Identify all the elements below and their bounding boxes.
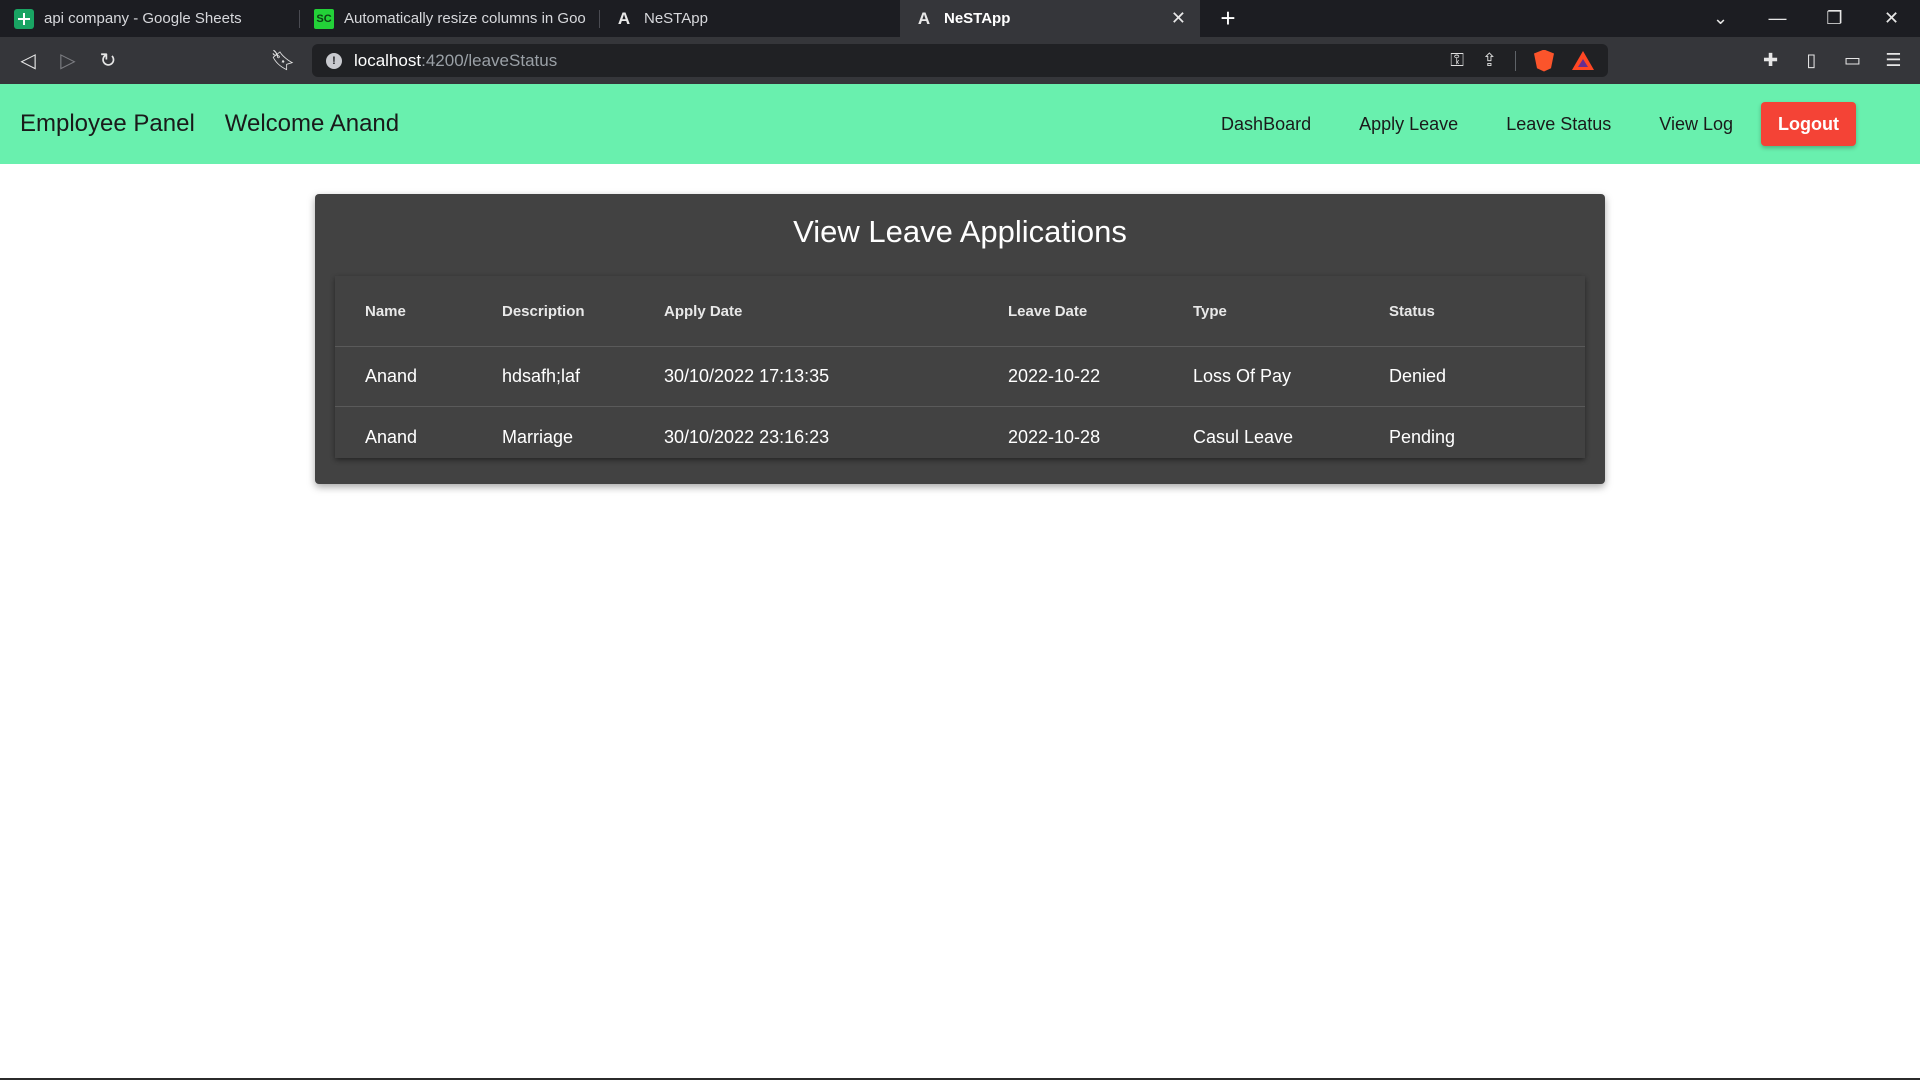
cell-description: Marriage: [502, 426, 574, 447]
angular-icon: A: [917, 8, 931, 28]
window-controls: ⌄ — ❐ ✕: [1692, 0, 1920, 37]
column-header-type[interactable]: Type: [1193, 276, 1227, 346]
cell-status: Denied: [1389, 365, 1447, 386]
table-row: Anand Marriage 30/10/2022 23:16:23 2022-…: [335, 407, 1585, 467]
browser-tab-nestapp[interactable]: A NeSTApp: [600, 0, 900, 37]
column-header-name[interactable]: Name: [365, 276, 406, 346]
cell-leave-date: 2022-10-22: [1008, 365, 1101, 386]
tab-label: Automatically resize columns in Google: [344, 10, 586, 27]
card-title: View Leave Applications: [793, 214, 1127, 249]
cell-apply-date: 30/10/2022 23:16:23: [664, 426, 830, 447]
browser-tab-resize-columns[interactable]: SC Automatically resize columns in Googl…: [300, 0, 600, 37]
column-header-status[interactable]: Status: [1389, 276, 1435, 346]
cell-name: Anand: [365, 426, 418, 447]
share-icon[interactable]: ⇪: [1482, 50, 1497, 71]
omnibox-actions: ⚿ ⇪: [1450, 49, 1594, 72]
browser-tab-google-sheets[interactable]: api company - Google Sheets: [0, 0, 300, 37]
cell-type: Casul Leave: [1193, 426, 1294, 447]
app-navbar: Employee Panel Welcome Anand DashBoard A…: [0, 84, 1920, 164]
leave-applications-table: Name Description Apply Date Leave Date T…: [335, 276, 1585, 458]
address-bar[interactable]: ! localhost:4200/leaveStatus ⚿ ⇪: [312, 44, 1608, 77]
cell-leave-date: 2022-10-28: [1008, 426, 1101, 447]
extensions-icon[interactable]: ✚: [1750, 50, 1791, 71]
bookmark-icon[interactable]: 🔖︎: [263, 41, 303, 81]
toolbar-right: ✚ ▯ ▭ ☰: [1750, 37, 1920, 84]
browser-tab-nestapp-active[interactable]: A NeSTApp ✕: [900, 0, 1200, 37]
column-header-leave-date[interactable]: Leave Date: [1008, 276, 1087, 346]
cell-apply-date: 30/10/2022 17:13:35: [664, 365, 830, 386]
angular-icon: A: [617, 8, 631, 28]
column-header-apply-date[interactable]: Apply Date: [664, 276, 742, 346]
key-icon[interactable]: ⚿: [1450, 50, 1464, 71]
brand-title: Employee Panel: [20, 110, 195, 137]
cell-name: Anand: [365, 365, 418, 386]
menu-icon[interactable]: ☰: [1873, 50, 1914, 71]
sc-site-icon: SC: [314, 8, 334, 29]
tab-label: NeSTApp: [944, 10, 1011, 27]
brave-shields-icon[interactable]: [1534, 49, 1554, 72]
cell-description: hdsafh;laf: [502, 365, 581, 386]
restore-icon[interactable]: ❐: [1806, 8, 1863, 29]
welcome-text: Welcome Anand: [224, 110, 400, 137]
nav-apply-leave[interactable]: Apply Leave: [1359, 114, 1458, 135]
cell-type: Loss Of Pay: [1193, 365, 1292, 386]
nav-links: DashBoard Apply Leave Leave Status View …: [1221, 84, 1920, 164]
forward-icon[interactable]: ▷: [48, 41, 88, 81]
table-header-row: Name Description Apply Date Leave Date T…: [335, 276, 1585, 347]
site-info-icon[interactable]: !: [326, 52, 342, 69]
browser-toolbar: ◁ ▷ ↻ 🔖︎ ! localhost:4200/leaveStatus ⚿ …: [0, 37, 1920, 84]
column-header-description[interactable]: Description: [502, 276, 585, 346]
leave-applications-card: View Leave Applications Name Description…: [315, 194, 1605, 484]
new-tab-button[interactable]: +: [1200, 0, 1256, 37]
table-row: Anand hdsafh;laf 30/10/2022 17:13:35 202…: [335, 346, 1585, 407]
minimize-icon[interactable]: —: [1749, 8, 1806, 29]
nav-view-log[interactable]: View Log: [1659, 114, 1733, 135]
google-sheets-icon: [14, 8, 34, 29]
back-icon[interactable]: ◁: [8, 41, 48, 81]
tab-label: NeSTApp: [644, 10, 708, 27]
reload-icon[interactable]: ↻: [88, 41, 128, 81]
close-window-icon[interactable]: ✕: [1863, 8, 1920, 29]
browser-tab-strip: api company - Google Sheets SC Automatic…: [0, 0, 1920, 37]
url-host: localhost: [354, 50, 422, 70]
sidebar-icon[interactable]: ▯: [1791, 50, 1832, 71]
tab-search-icon[interactable]: ⌄: [1692, 8, 1749, 29]
tab-label: api company - Google Sheets: [44, 10, 242, 27]
nav-dashboard[interactable]: DashBoard: [1221, 114, 1311, 135]
close-tab-icon[interactable]: ✕: [1171, 8, 1186, 29]
brave-rewards-icon[interactable]: [1572, 51, 1594, 70]
wallet-icon[interactable]: ▭: [1832, 50, 1873, 71]
cell-status: Pending: [1389, 426, 1456, 447]
url-path: :4200/leaveStatus: [421, 50, 558, 70]
nav-leave-status[interactable]: Leave Status: [1506, 114, 1611, 135]
logout-button[interactable]: Logout: [1761, 102, 1856, 146]
divider: [1515, 50, 1516, 71]
